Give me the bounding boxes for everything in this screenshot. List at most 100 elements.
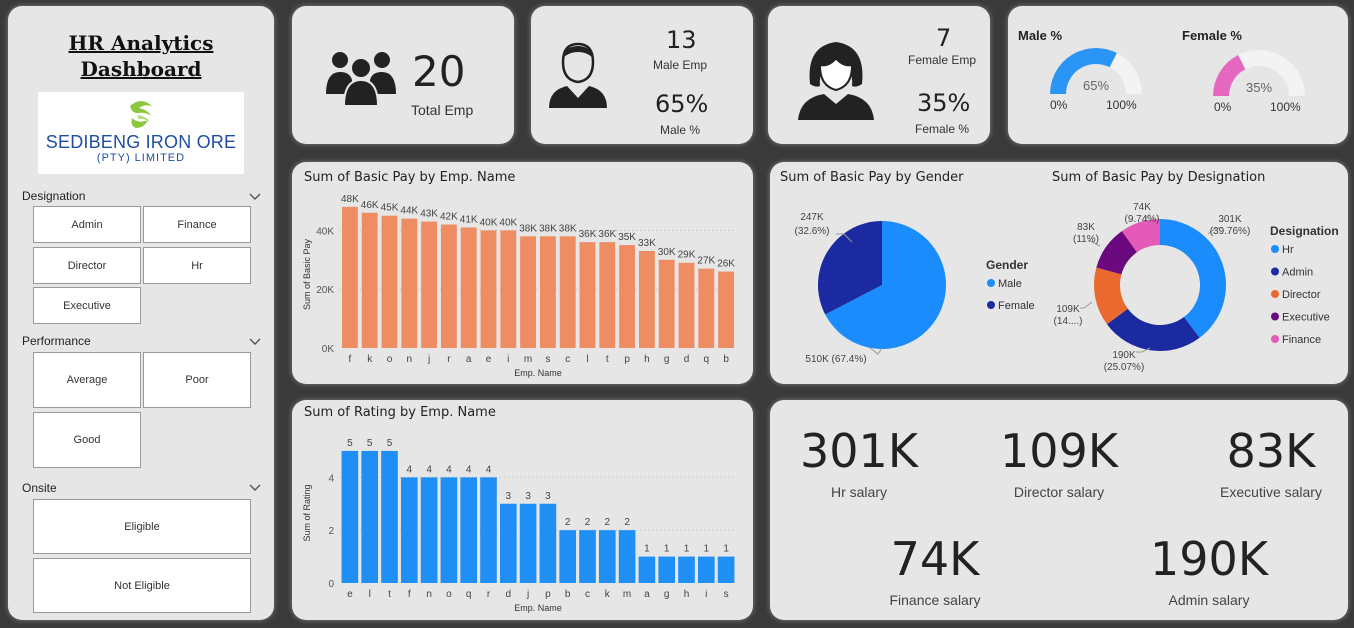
hr-salary-label: Hr salary bbox=[830, 484, 887, 500]
x-tick-label: g bbox=[664, 354, 670, 365]
x-tick-label: f bbox=[349, 354, 352, 365]
bar bbox=[658, 556, 676, 583]
bar bbox=[599, 242, 616, 348]
designation-label-pct: (25.07%) bbox=[1104, 362, 1145, 373]
bar bbox=[519, 503, 537, 583]
performance-slicer-label: Performance bbox=[22, 334, 91, 348]
male-gauge-max: 100% bbox=[1106, 98, 1137, 112]
designation-legend-item: Finance bbox=[1282, 334, 1321, 346]
x-tick-label: e bbox=[347, 589, 353, 600]
y-axis-title: Sum of Basic Pay bbox=[302, 238, 312, 310]
x-tick-label: j bbox=[526, 589, 529, 600]
female-pct-label: Female % bbox=[914, 122, 970, 136]
basic-pay-bar-chart: 0K 20K 40K 48K f 46K k 45K o 44K n 43K j 42K r 41K a 40K e… bbox=[302, 194, 736, 378]
data-label: 30K bbox=[658, 247, 676, 258]
male-emp-value: 13 bbox=[666, 26, 697, 54]
bar bbox=[698, 268, 715, 348]
onsite-option-eligible[interactable]: Eligible bbox=[33, 499, 251, 554]
y-tick-label: 0K bbox=[322, 344, 335, 355]
basic-pay-pies-card: Sum of Basic Pay by Gender Sum of Basic … bbox=[770, 162, 1348, 384]
x-tick-label: p bbox=[624, 354, 630, 365]
data-label: 40K bbox=[499, 217, 517, 228]
male-pct-value: 65% bbox=[655, 90, 709, 118]
bar bbox=[361, 212, 378, 348]
performance-option-poor[interactable]: Poor bbox=[143, 352, 251, 408]
designation-label-value: 109K bbox=[1056, 304, 1080, 315]
legend-marker bbox=[987, 301, 995, 309]
x-tick-label: g bbox=[664, 589, 670, 600]
x-tick-label: h bbox=[644, 354, 650, 365]
data-label: 5 bbox=[347, 438, 353, 449]
bar bbox=[460, 477, 478, 583]
designation-label-value: 301K bbox=[1218, 214, 1242, 225]
data-label: 40K bbox=[480, 217, 498, 228]
data-label: 4 bbox=[426, 464, 432, 475]
data-label: 41K bbox=[460, 214, 478, 225]
designation-option-director[interactable]: Director bbox=[33, 247, 141, 284]
director-salary-value: 109K bbox=[1000, 424, 1118, 478]
x-tick-label: i bbox=[705, 589, 707, 600]
executive-salary-value: 83K bbox=[1226, 424, 1316, 478]
legend-marker bbox=[1271, 267, 1279, 276]
designation-option-executive[interactable]: Executive bbox=[33, 287, 141, 324]
male-gauge-value: 65% bbox=[1083, 78, 1109, 93]
x-tick-label: s bbox=[545, 354, 550, 365]
chevron-down-icon[interactable] bbox=[248, 483, 262, 493]
x-tick-label: s bbox=[724, 589, 729, 600]
data-label: 1 bbox=[723, 544, 729, 555]
y-axis-title: Sum of Rating bbox=[302, 484, 312, 541]
x-tick-label: n bbox=[407, 354, 413, 365]
data-label: 3 bbox=[506, 491, 512, 502]
x-tick-label: a bbox=[466, 354, 472, 365]
designation-option-finance[interactable]: Finance bbox=[143, 206, 251, 243]
y-tick-label: 4 bbox=[328, 473, 334, 484]
designation-legend-item: Hr bbox=[1282, 244, 1294, 256]
data-label: 4 bbox=[466, 464, 472, 475]
designation-label-pct: (11%) bbox=[1073, 234, 1099, 245]
onsite-option-not-eligible[interactable]: Not Eligible bbox=[33, 558, 251, 613]
designation-option-admin[interactable]: Admin bbox=[33, 206, 141, 243]
bar bbox=[499, 503, 517, 583]
admin-salary-value: 190K bbox=[1150, 532, 1268, 586]
x-tick-label: l bbox=[586, 354, 588, 365]
bar bbox=[539, 503, 557, 583]
basic-pay-by-name-card: Sum of Basic Pay by Emp. Name 0K 20K 40K 48… bbox=[292, 162, 753, 384]
performance-option-good[interactable]: Good bbox=[33, 412, 141, 468]
data-label: 38K bbox=[559, 223, 577, 234]
performance-option-average[interactable]: Average bbox=[33, 352, 141, 408]
legend-marker bbox=[987, 279, 995, 287]
x-tick-label: b bbox=[565, 589, 571, 600]
designation-label-value: 83K bbox=[1077, 222, 1095, 233]
chevron-down-icon[interactable] bbox=[248, 192, 262, 202]
designation-option-hr[interactable]: Hr bbox=[143, 247, 251, 284]
data-label: 5 bbox=[367, 438, 373, 449]
data-label: 5 bbox=[387, 438, 393, 449]
finance-salary-label: Finance salary bbox=[889, 592, 981, 608]
bar bbox=[579, 242, 596, 348]
director-salary-label: Director salary bbox=[1013, 484, 1105, 500]
bar bbox=[638, 250, 655, 348]
x-tick-label: o bbox=[387, 354, 393, 365]
male-user-icon bbox=[549, 42, 607, 108]
x-tick-label: d bbox=[506, 589, 512, 600]
x-tick-label: f bbox=[408, 589, 411, 600]
bar bbox=[638, 556, 656, 583]
salary-summary-card: 301K Hr salary 109K Director salary 83K … bbox=[770, 400, 1348, 620]
female-emp-value: 7 bbox=[936, 24, 952, 52]
data-label: 29K bbox=[678, 250, 696, 261]
gauge-charts: 65% 35% bbox=[1050, 48, 1305, 97]
x-tick-label: o bbox=[446, 589, 452, 600]
data-label: 36K bbox=[579, 229, 597, 240]
x-tick-label: c bbox=[565, 354, 570, 365]
data-label: 2 bbox=[565, 517, 571, 528]
logo-company-suffix: (PTY) LIMITED bbox=[96, 152, 186, 164]
logo-company-name: SEDIBENG IRON ORE bbox=[45, 132, 237, 152]
designation-label-value: 190K bbox=[1112, 350, 1136, 361]
bar bbox=[480, 230, 497, 348]
designation-donut-slice-admin bbox=[1106, 308, 1200, 351]
chevron-down-icon[interactable] bbox=[248, 337, 262, 347]
bar bbox=[440, 477, 458, 583]
x-axis-title: Emp. Name bbox=[514, 603, 562, 613]
bar bbox=[658, 259, 675, 348]
x-tick-label: b bbox=[723, 354, 729, 365]
